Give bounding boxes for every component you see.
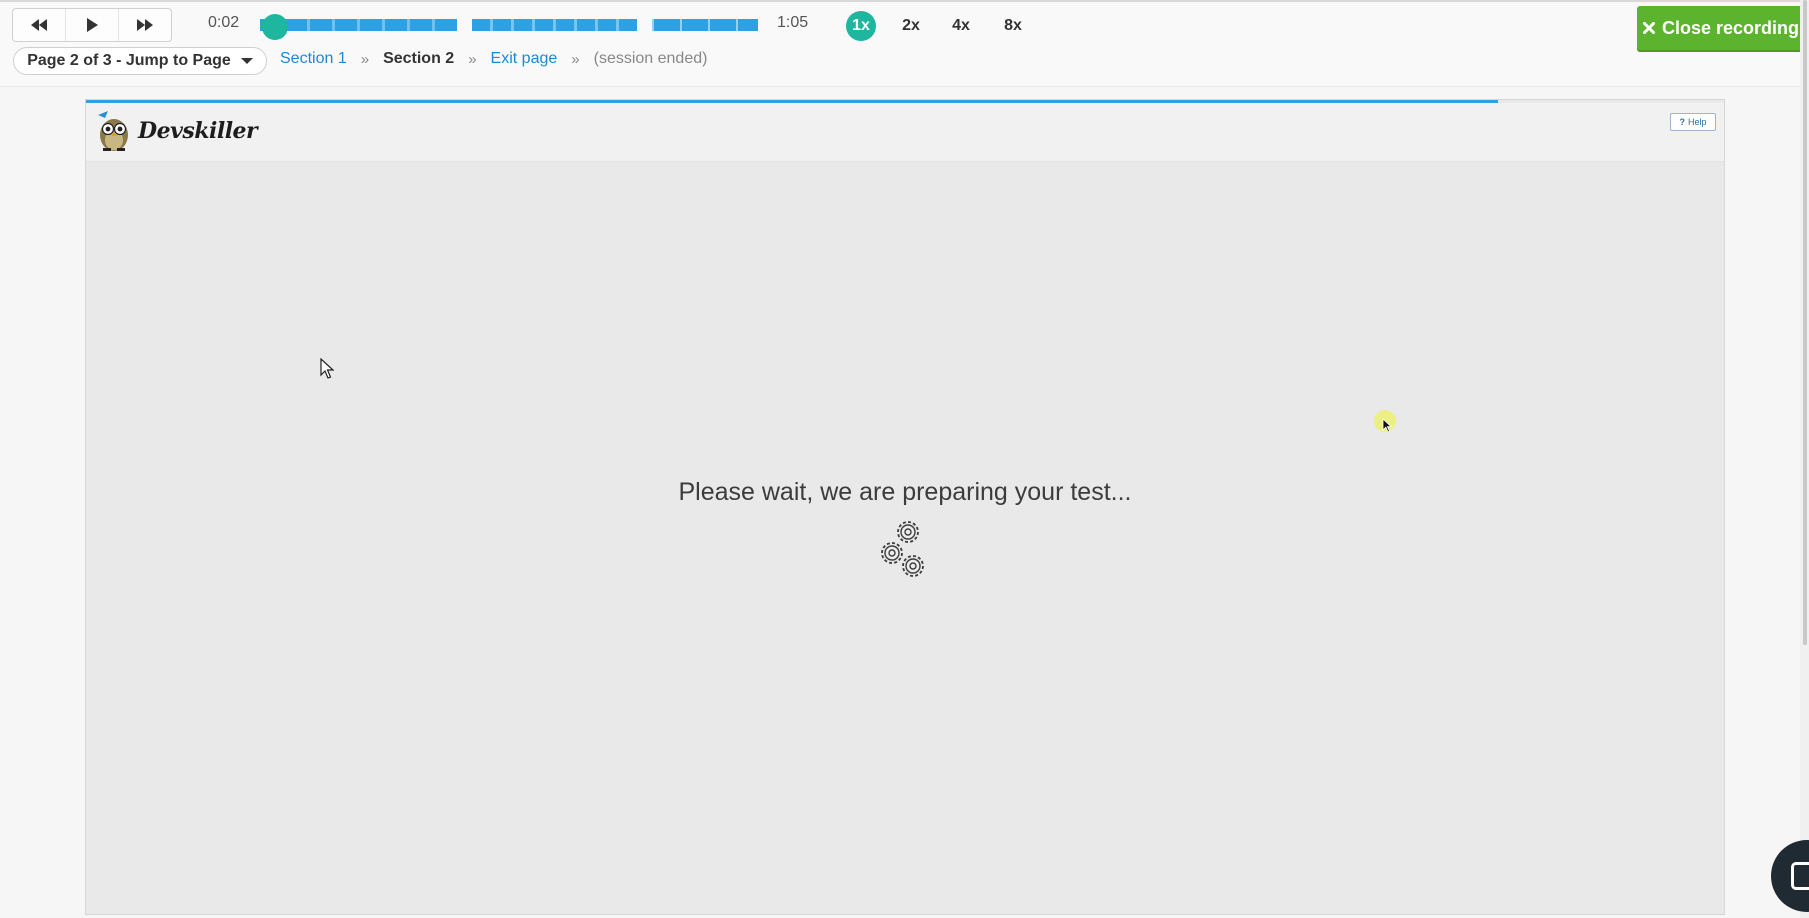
breadcrumb-separator: »	[571, 50, 580, 68]
breadcrumb-section-1[interactable]: Section 1	[280, 50, 347, 68]
recording-viewport: Devskiller ? Help Please wait, we are pr…	[85, 99, 1725, 915]
speed-4x-button[interactable]: 4x	[946, 11, 976, 41]
playhead-knob[interactable]	[262, 14, 288, 40]
help-label: Help	[1687, 117, 1707, 127]
chat-launcher-button[interactable]	[1771, 840, 1809, 912]
activity-segment	[260, 19, 457, 31]
gears-loading-icon	[881, 521, 924, 577]
loading-message: Please wait, we are preparing your test.…	[678, 478, 1132, 506]
speed-1x-button[interactable]: 1x	[846, 11, 876, 41]
breadcrumb-section-2: Section 2	[383, 50, 455, 67]
page-jump-label: Page 2 of 3 - Jump to Page	[27, 52, 231, 69]
breadcrumb-separator: »	[360, 50, 370, 68]
page-jump-dropdown[interactable]: Page 2 of 3 - Jump to Page	[13, 47, 267, 75]
devskiller-wordmark: Devskiller	[138, 118, 258, 144]
mouse-pointer-icon	[320, 358, 334, 379]
close-recording-label: Close recording	[1661, 17, 1800, 38]
rewind-button[interactable]	[13, 9, 66, 41]
devskiller-owl-logo	[98, 111, 128, 151]
devskiller-header: Devskiller ? Help	[86, 103, 1724, 162]
player-toolbar: 0:02 1:05 1x 2x 4x 8x Close recording Pa…	[0, 0, 1809, 87]
rewind-icon	[31, 19, 47, 31]
devskiller-logo: Devskiller	[94, 109, 258, 153]
breadcrumb-exit-page[interactable]: Exit page	[491, 50, 558, 68]
session-status: (session ended)	[593, 50, 708, 67]
fast-forward-button[interactable]	[119, 9, 171, 41]
play-icon	[87, 18, 98, 32]
click-highlight	[1374, 410, 1396, 432]
breadcrumb-separator: »	[468, 50, 477, 68]
page-scrollbar-thumb[interactable]	[1803, 0, 1807, 645]
close-x-icon	[1642, 22, 1655, 34]
breadcrumb: Section 1 » Section 2 » Exit page » (ses…	[280, 50, 707, 68]
help-button[interactable]: ? Help	[1670, 113, 1716, 131]
caret-down-icon	[240, 58, 253, 64]
activity-segment	[472, 19, 637, 31]
speed-2x-button[interactable]: 2x	[896, 11, 926, 41]
close-recording-button[interactable]: Close recording	[1637, 6, 1805, 50]
fast-forward-icon	[137, 19, 153, 31]
chat-icon	[1791, 862, 1809, 890]
play-button[interactable]	[66, 9, 119, 41]
total-time: 1:05	[777, 14, 809, 31]
playback-progress-bar[interactable]	[260, 14, 758, 40]
toolbar-top-border	[0, 0, 1809, 2]
transport-controls	[12, 8, 172, 42]
current-time: 0:02	[208, 14, 240, 31]
speed-8x-button[interactable]: 8x	[998, 11, 1028, 41]
help-icon: ?	[1679, 117, 1685, 127]
activity-segment	[652, 19, 758, 31]
